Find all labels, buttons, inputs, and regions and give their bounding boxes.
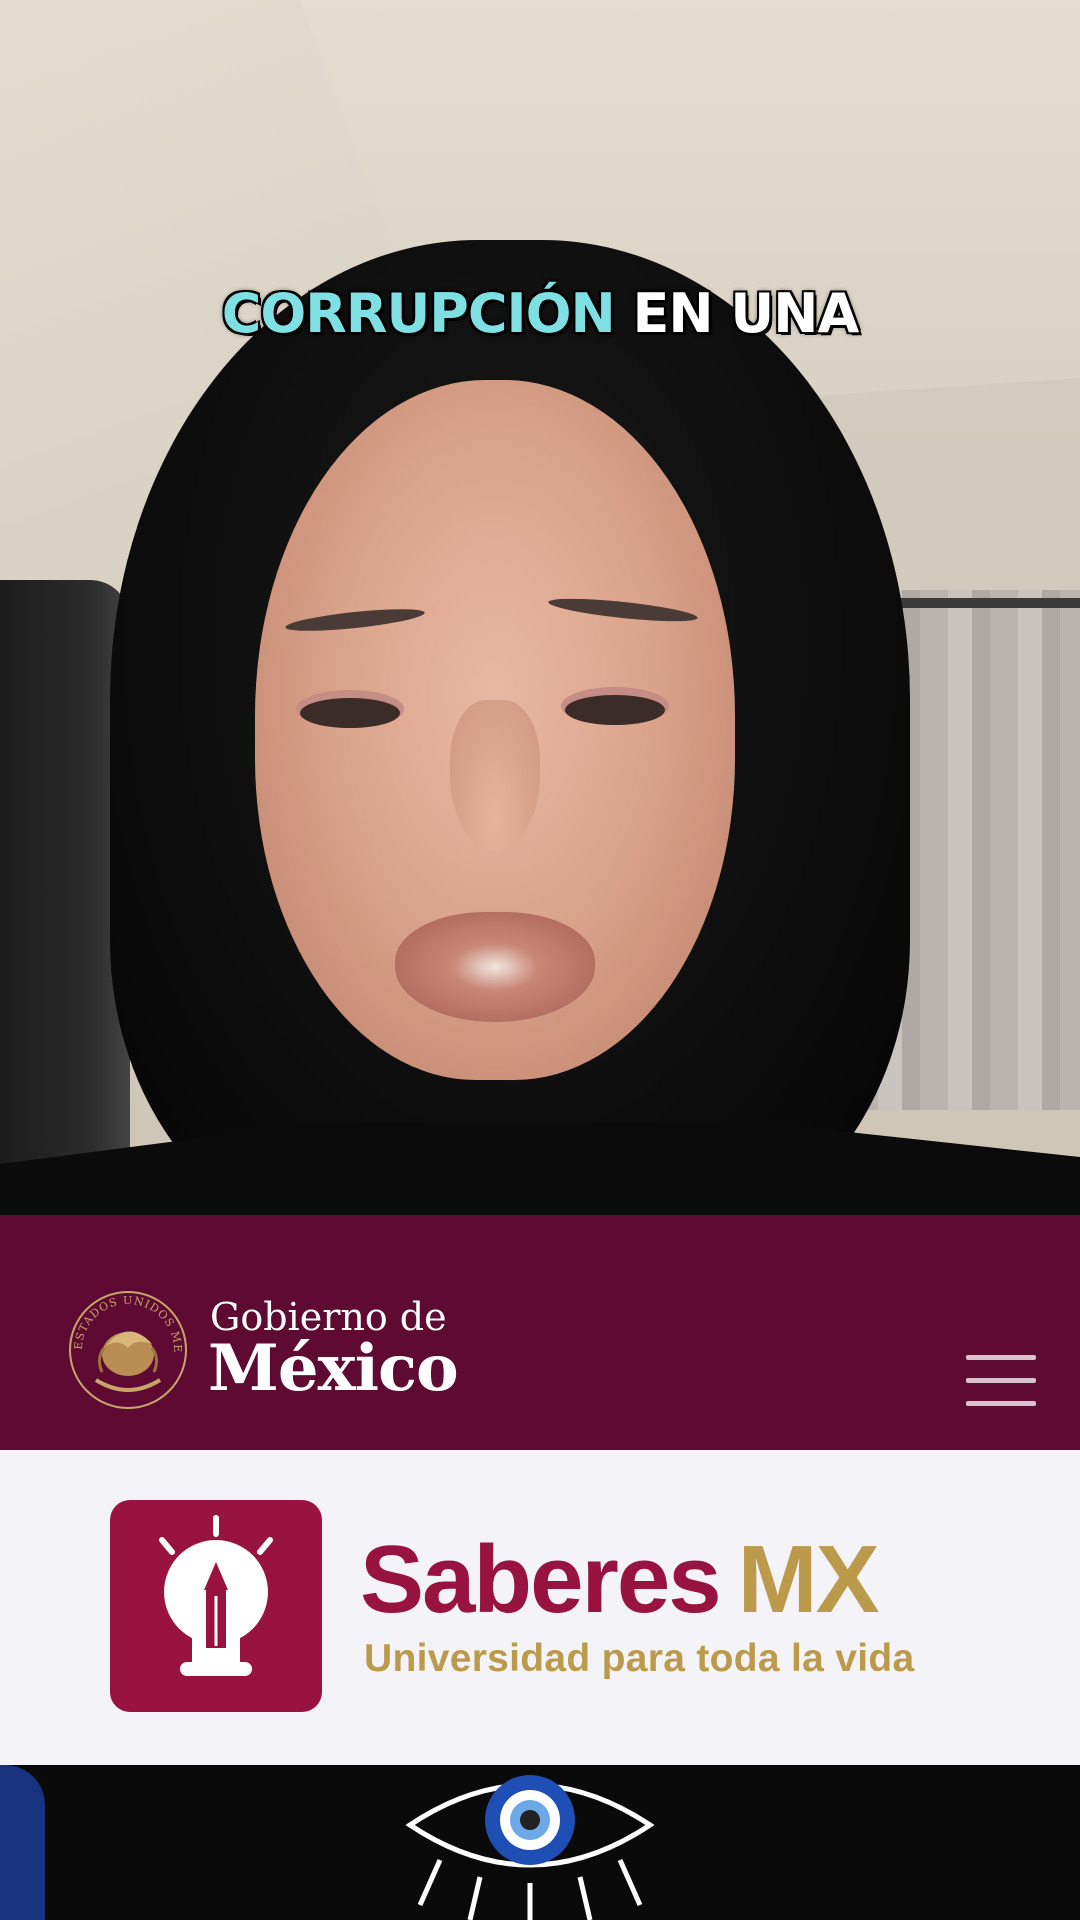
saberes-title-mx: MX xyxy=(737,1526,880,1633)
saberes-subtitle: Universidad para toda la vida xyxy=(364,1637,915,1680)
menu-bar xyxy=(966,1355,1036,1360)
saberes-logo xyxy=(110,1500,322,1712)
hamburger-menu-icon[interactable] xyxy=(966,1355,1036,1411)
caption-text: EN UNA xyxy=(632,282,860,345)
evil-eye-graphic xyxy=(405,1775,655,1920)
menu-bar xyxy=(966,1401,1036,1406)
blue-object xyxy=(0,1765,45,1920)
saberes-title-main: Saberes xyxy=(360,1526,722,1633)
caption-highlight: CORRUPCIÓN xyxy=(221,282,616,345)
menu-bar xyxy=(966,1378,1036,1383)
video-caption: CORRUPCIÓN EN UNA xyxy=(0,282,1080,345)
national-seal-icon: ESTADOS UNIDOS MEXICANOS xyxy=(66,1288,187,1409)
gov-title-line2: México xyxy=(208,1331,459,1406)
right-eye xyxy=(565,695,665,725)
video-frame-bottom xyxy=(0,1765,1080,1920)
video-frame: CORRUPCIÓN EN UNA xyxy=(0,0,1080,1215)
person-mouth xyxy=(395,912,595,1022)
saberes-title: Saberes MX xyxy=(360,1530,880,1630)
person-nose xyxy=(450,700,540,850)
lightbulb-pencil-icon xyxy=(159,1515,273,1676)
left-eye xyxy=(300,698,400,728)
